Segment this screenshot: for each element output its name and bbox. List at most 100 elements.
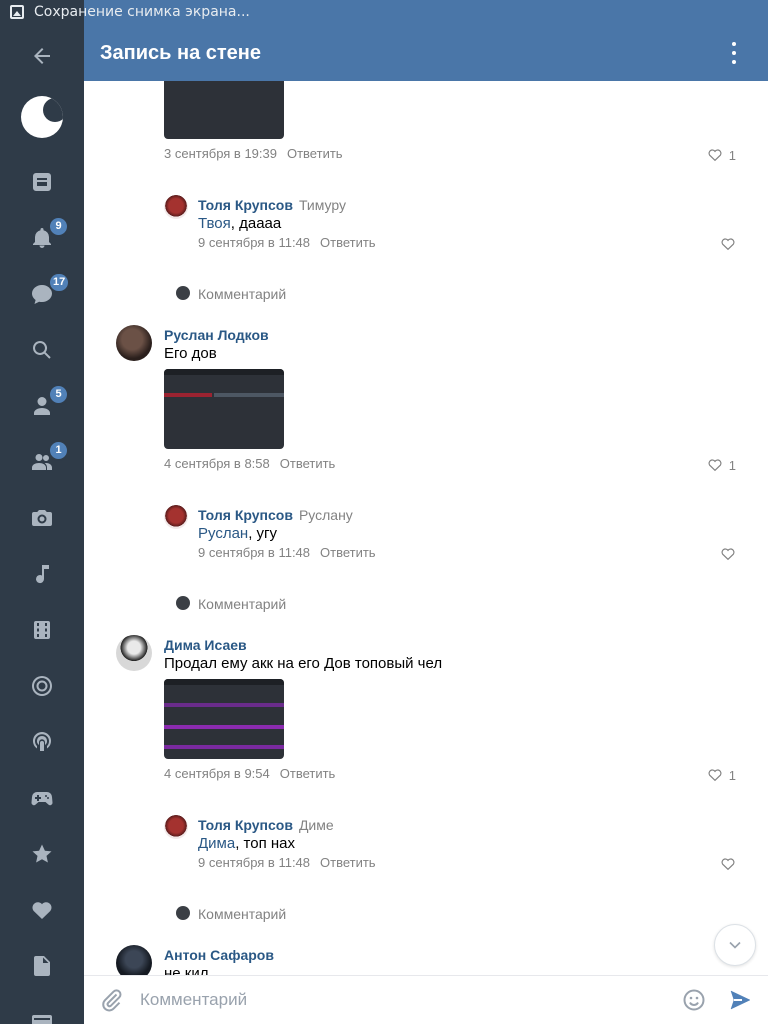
dot-icon (732, 60, 736, 64)
add-comment-link[interactable]: Комментарий (198, 596, 286, 612)
comments-feed: 3 сентября в 19:39 Ответить 1 Толя Крупсо… (84, 81, 768, 975)
like-count: 1 (728, 767, 736, 783)
like-button[interactable] (720, 546, 736, 562)
send-button[interactable] (728, 988, 752, 1012)
reply-link[interactable]: Ответить (287, 146, 343, 161)
avatar[interactable] (116, 325, 152, 361)
target-icon (32, 676, 52, 696)
like-button[interactable] (720, 856, 736, 872)
comment-meta: 4 сентября в 9:54 Ответить (164, 766, 335, 781)
comment-photo[interactable] (164, 81, 284, 139)
reply-to: Руслану (298, 507, 353, 523)
comment-body: , угу (248, 525, 278, 542)
comment-body: , даааа (230, 215, 282, 232)
sidebar-item-notifications[interactable]: 9 (0, 214, 84, 262)
sidebar-item-search[interactable] (0, 326, 84, 374)
comment-author[interactable]: Руслан Лодков (164, 327, 269, 343)
profile-avatar[interactable] (21, 96, 63, 138)
card-icon (32, 1015, 52, 1024)
thread-avatar-icon (176, 906, 190, 920)
star-icon (32, 844, 52, 863)
sidebar-item-games[interactable] (0, 774, 84, 822)
sidebar-item-news[interactable] (0, 158, 84, 206)
reply-to: Тимуру (298, 197, 346, 213)
comment-author[interactable]: Антон Сафаров (164, 947, 274, 963)
comment-meta: 9 сентября в 11:48 Ответить (198, 855, 376, 870)
mention-link[interactable]: Руслан (198, 525, 248, 542)
author-name[interactable]: Толя Крупсов (198, 507, 293, 523)
like-button[interactable] (720, 236, 736, 252)
comment-author[interactable]: Толя Крупсов Тимуру (198, 197, 346, 213)
reply-link[interactable]: Ответить (320, 545, 376, 560)
comment-author[interactable]: Толя Крупсов Диме (198, 817, 334, 833)
chevron-down-icon (729, 941, 741, 949)
sidebar: 9 17 5 1 (0, 24, 84, 1024)
like-button[interactable]: 1 (707, 457, 736, 473)
add-comment-link[interactable]: Комментарий (198, 286, 286, 302)
sidebar-item-documents[interactable] (0, 942, 84, 990)
comment-text: не кил (164, 965, 209, 975)
sidebar-item-podcasts[interactable] (0, 718, 84, 766)
comment-author[interactable]: Дима Исаев (164, 637, 247, 653)
sidebar-item-groups[interactable]: 1 (0, 438, 84, 486)
heart-outline-icon (721, 238, 735, 251)
comment-photo[interactable] (164, 679, 284, 759)
gamepad-icon (31, 792, 53, 806)
author-name[interactable]: Толя Крупсов (198, 817, 293, 833)
comment-input[interactable]: Комментарий (140, 990, 247, 1010)
avatar[interactable] (164, 195, 188, 219)
attach-button[interactable] (100, 988, 124, 1012)
emoji-button[interactable] (682, 988, 706, 1012)
photo-detail (214, 393, 284, 397)
sidebar-item-videos[interactable] (0, 606, 84, 654)
comment-text: Его дов (164, 345, 217, 362)
avatar[interactable] (116, 635, 152, 671)
app-header: Запись на стене (84, 24, 768, 81)
comment-text: Твоя, даааа (198, 215, 281, 232)
sidebar-item-photos[interactable] (0, 494, 84, 542)
reply-to: Диме (298, 817, 334, 833)
music-note-icon (36, 565, 49, 584)
sidebar-item-bookmarks[interactable] (0, 830, 84, 878)
add-comment-link[interactable]: Комментарий (198, 906, 286, 922)
comment-author[interactable]: Толя Крупсов Руслану (198, 507, 353, 523)
avatar[interactable] (164, 815, 188, 839)
sidebar-item-stories[interactable] (0, 662, 84, 710)
thread-avatar-icon (176, 286, 190, 300)
notifications-badge: 9 (48, 216, 69, 237)
reply-link[interactable]: Ответить (320, 235, 376, 250)
comment-photo[interactable] (164, 369, 284, 449)
more-menu-button[interactable] (724, 42, 744, 64)
like-count: 1 (728, 457, 736, 473)
podcast-icon (32, 731, 52, 751)
author-name[interactable]: Толя Крупсов (198, 197, 293, 213)
comment-text: Дима, топ нах (198, 835, 295, 852)
reply-link[interactable]: Ответить (280, 456, 336, 471)
arrow-left-icon (34, 48, 50, 64)
avatar[interactable] (164, 505, 188, 529)
reply-link[interactable]: Ответить (320, 855, 376, 870)
dot-icon (732, 51, 736, 55)
like-button[interactable]: 1 (707, 767, 736, 783)
sidebar-item-messages[interactable]: 17 (0, 270, 84, 318)
scroll-down-button[interactable] (714, 924, 756, 966)
sidebar-item-payments[interactable] (0, 998, 84, 1024)
avatar[interactable] (116, 945, 152, 975)
comment-meta: 3 сентября в 19:39 Ответить (164, 146, 343, 161)
mention-link[interactable]: Твоя (198, 215, 231, 232)
mention-link[interactable]: Дима (198, 835, 235, 852)
sidebar-item-friends[interactable]: 5 (0, 382, 84, 430)
back-button[interactable] (0, 32, 84, 80)
paperclip-icon (102, 989, 122, 1012)
like-button[interactable]: 1 (707, 147, 736, 163)
sidebar-item-music[interactable] (0, 550, 84, 598)
sidebar-item-liked[interactable] (0, 886, 84, 934)
smile-icon (683, 989, 705, 1011)
status-text: Сохранение снимка экрана... (34, 4, 250, 20)
photo-detail (164, 703, 284, 707)
thread-avatar-icon (176, 596, 190, 610)
photo-detail (164, 393, 212, 397)
document-icon (34, 956, 50, 976)
reply-link[interactable]: Ответить (280, 766, 336, 781)
heart-outline-icon (708, 769, 722, 782)
